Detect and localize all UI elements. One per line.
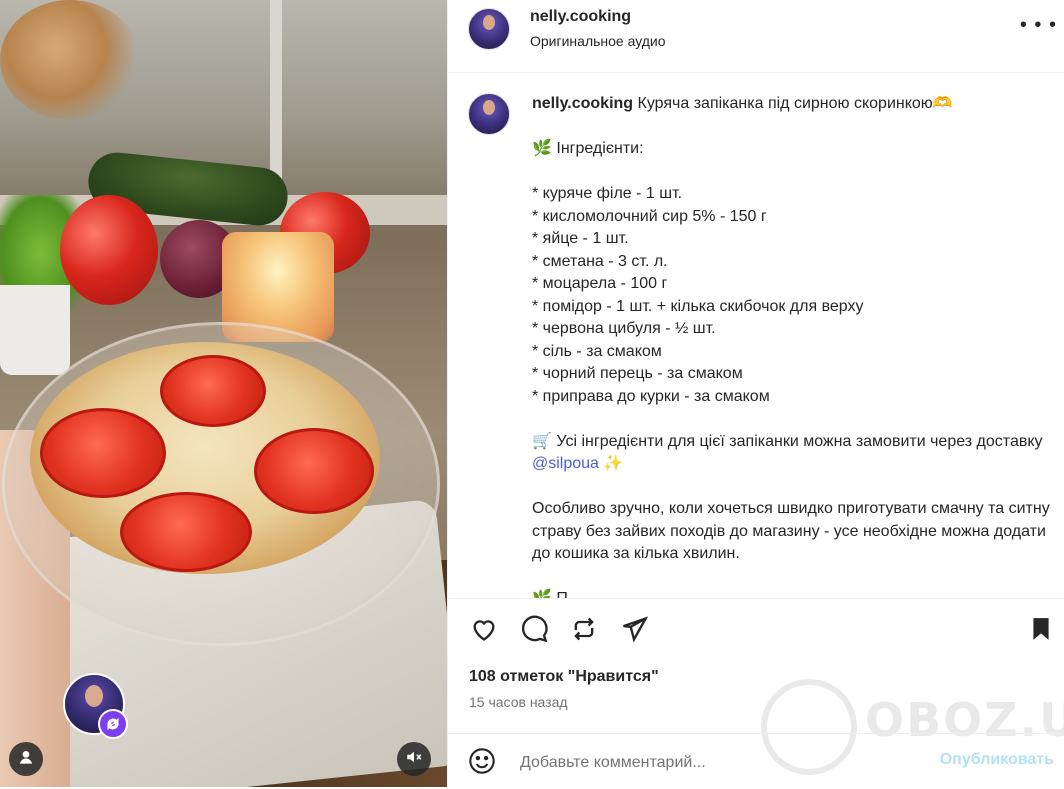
ingredient-item: * сметана - 3 ст. л. xyxy=(532,252,668,270)
post-comment-button[interactable]: Опубликовать xyxy=(940,751,1054,769)
ingredient-item: * помідор - 1 шт. + кілька скибочок для … xyxy=(532,297,864,315)
mute-button[interactable] xyxy=(397,742,431,776)
user-icon xyxy=(18,749,34,770)
comment-button[interactable] xyxy=(519,615,549,648)
repost-icon xyxy=(570,615,598,648)
speaker-muted-icon xyxy=(405,748,423,771)
order-text: 🛒 Усі інгредієнти для цієї запіканки мож… xyxy=(532,432,1047,450)
post-details-panel: nelly.cooking Оригинальное аудио • • • n… xyxy=(447,0,1064,787)
bookmark-icon xyxy=(1028,615,1054,648)
repost-button[interactable] xyxy=(569,616,599,646)
heart-icon xyxy=(470,615,498,648)
ingredient-item: * яйце - 1 шт. xyxy=(532,230,629,247)
caption-username[interactable]: nelly.cooking xyxy=(532,95,633,112)
like-button[interactable] xyxy=(469,616,499,646)
likes-count[interactable]: 108 отметок "Нравится" xyxy=(469,668,659,686)
whole-tomato-left xyxy=(60,195,158,305)
remix-badge-icon[interactable] xyxy=(98,709,128,739)
avatar-face xyxy=(483,100,495,115)
post-media-video[interactable] xyxy=(0,0,447,787)
send-icon xyxy=(620,615,649,648)
caption-paragraph: Особливо зручно, коли хочеться швидко пр… xyxy=(532,500,1055,562)
ingredient-item: * моцарела - 100 г xyxy=(532,275,668,292)
tagged-users-button[interactable] xyxy=(9,742,43,776)
author-username[interactable]: nelly.cooking xyxy=(530,8,631,26)
ingredient-item: * кисломолочний сир 5% - 150 г xyxy=(532,207,767,225)
post-timestamp[interactable]: 15 часов назад xyxy=(469,694,568,710)
more-dots-icon: • • • xyxy=(1019,14,1057,36)
ingredient-item: * приправа до курки - за смаком xyxy=(532,387,770,405)
ingredient-item: * чорний перець - за смаком xyxy=(532,365,743,382)
author-avatar[interactable] xyxy=(468,8,510,50)
ingredient-item: * червона цибуля - ½ шт. xyxy=(532,320,716,337)
audio-link[interactable]: Оригинальное аудио xyxy=(530,33,666,49)
caption-scroll-area[interactable]: nelly.cooking Куряча запіканка під сирно… xyxy=(448,73,1064,598)
avatar-face xyxy=(85,685,103,707)
share-button[interactable] xyxy=(619,615,649,648)
ingredient-item: * куряче філе - 1 шт. xyxy=(532,185,683,202)
tomato-slice xyxy=(254,428,374,514)
ingredient-item: * сіль - за смаком xyxy=(532,342,662,360)
smiley-icon xyxy=(468,748,496,779)
avatar-face xyxy=(483,15,495,30)
post-actions: 108 отметок "Нравится" 15 часов назад OB… xyxy=(448,598,1064,788)
comment-input[interactable] xyxy=(518,750,902,776)
emoji-button[interactable] xyxy=(468,747,498,777)
tomato-slice xyxy=(160,355,266,427)
post-header: nelly.cooking Оригинальное аудио • • • xyxy=(448,0,1064,73)
add-comment-row: Опубликовать xyxy=(448,733,1064,789)
caption-text: nelly.cooking Куряча запіканка під сирно… xyxy=(532,93,1052,598)
ingredients-header: 🌿 Інгредієнти: xyxy=(532,140,644,157)
caption-cut-line: 🌿 П xyxy=(532,590,568,598)
comment-icon xyxy=(520,615,548,648)
mention-link[interactable]: @silpoua xyxy=(532,455,599,472)
tomato-slice xyxy=(40,408,166,498)
tomato-slice xyxy=(120,492,252,572)
order-suffix: ✨ xyxy=(598,455,624,472)
caption-author-avatar[interactable] xyxy=(468,93,510,135)
save-button[interactable] xyxy=(1026,616,1056,646)
plant-pot xyxy=(0,285,70,375)
autumn-tree xyxy=(0,0,140,120)
caption-title: Куряча запіканка під сирною скоринкою🫶 xyxy=(637,95,953,112)
more-options-button[interactable]: • • • xyxy=(1020,14,1057,37)
